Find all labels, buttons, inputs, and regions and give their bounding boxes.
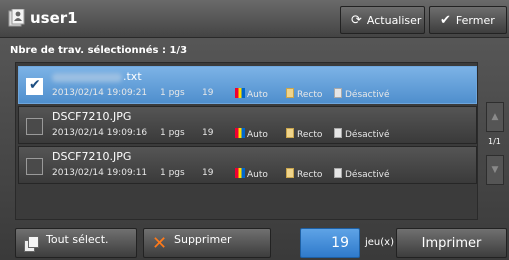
header-bar: user1 ⟳ Actualiser ✔ Fermer	[0, 0, 509, 38]
job-pages: 1 pgs	[160, 128, 185, 138]
scroll-up-button[interactable]: ▲	[486, 102, 504, 132]
job-checkbox[interactable]	[26, 158, 43, 175]
job-date: 2013/02/14 19:09:16	[52, 128, 148, 138]
checkmark-icon: ✔	[440, 12, 451, 28]
job-sides: Recto	[286, 168, 322, 180]
simplex-icon	[286, 168, 294, 178]
job-color-mode: Auto	[235, 88, 268, 100]
staple-icon	[334, 128, 342, 138]
job-sets: 19	[202, 88, 214, 98]
select-all-icon	[24, 236, 40, 252]
job-checkbox[interactable]	[26, 118, 43, 135]
job-checkbox[interactable]: ✔	[26, 77, 43, 95]
job-list: ✔ .txt 2013/02/14 19:09:21 1 pgs 19 Auto…	[15, 62, 478, 220]
color-mode-icon	[235, 88, 245, 98]
job-staple: Désactivé	[334, 168, 390, 180]
close-button[interactable]: ✔ Fermer	[429, 6, 507, 34]
job-row[interactable]: DSCF7210.JPG 2013/02/14 19:09:11 1 pgs 1…	[18, 146, 477, 184]
page-indicator: 1/1	[488, 137, 501, 146]
simplex-icon	[286, 88, 294, 98]
close-label: Fermer	[455, 13, 495, 27]
quantity-unit: jeu(x)	[365, 237, 394, 248]
job-color-mode: Auto	[235, 168, 268, 180]
job-name: DSCF7210.JPG	[52, 150, 132, 163]
job-sets: 19	[202, 128, 214, 138]
job-sides: Recto	[286, 128, 322, 140]
redacted-name	[52, 72, 122, 82]
staple-icon	[334, 88, 342, 98]
job-pages: 1 pgs	[160, 168, 185, 178]
user-name: user1	[30, 9, 78, 27]
delete-button[interactable]: ✕ Supprimer	[143, 228, 271, 258]
job-date: 2013/02/14 19:09:11	[52, 168, 148, 178]
select-all-button[interactable]: Tout sélect.	[15, 228, 137, 258]
print-button[interactable]: Imprimer	[396, 228, 507, 258]
job-date: 2013/02/14 19:09:21	[52, 88, 148, 98]
refresh-icon: ⟳	[351, 12, 362, 28]
delete-label: Supprimer	[174, 233, 232, 246]
quantity-field[interactable]: 19	[300, 228, 360, 258]
job-pages: 1 pgs	[160, 88, 185, 98]
job-staple: Désactivé	[334, 88, 390, 100]
job-color-mode: Auto	[235, 128, 268, 140]
color-mode-icon	[235, 128, 245, 138]
user-icon	[8, 8, 26, 29]
delete-x-icon: ✕	[152, 233, 168, 254]
color-mode-icon	[235, 168, 245, 178]
job-name: DSCF7210.JPG	[52, 110, 132, 123]
job-staple: Désactivé	[334, 128, 390, 140]
job-name: .txt	[52, 70, 142, 83]
staple-icon	[334, 168, 342, 178]
chevron-up-icon: ▲	[491, 112, 499, 122]
job-row[interactable]: ✔ .txt 2013/02/14 19:09:21 1 pgs 19 Auto…	[18, 66, 477, 104]
simplex-icon	[286, 128, 294, 138]
select-all-label: Tout sélect.	[46, 233, 109, 246]
refresh-label: Actualiser	[366, 13, 422, 27]
chevron-down-icon: ▼	[491, 165, 499, 175]
job-row[interactable]: DSCF7210.JPG 2013/02/14 19:09:16 1 pgs 1…	[18, 106, 477, 144]
job-sides: Recto	[286, 88, 322, 100]
job-sets: 19	[202, 168, 214, 178]
refresh-button[interactable]: ⟳ Actualiser	[340, 6, 425, 34]
scroll-down-button[interactable]: ▼	[486, 155, 504, 185]
checkmark-icon: ✔	[29, 77, 41, 93]
selection-count: Nbre de trav. sélectionnés : 1/3	[10, 45, 188, 56]
